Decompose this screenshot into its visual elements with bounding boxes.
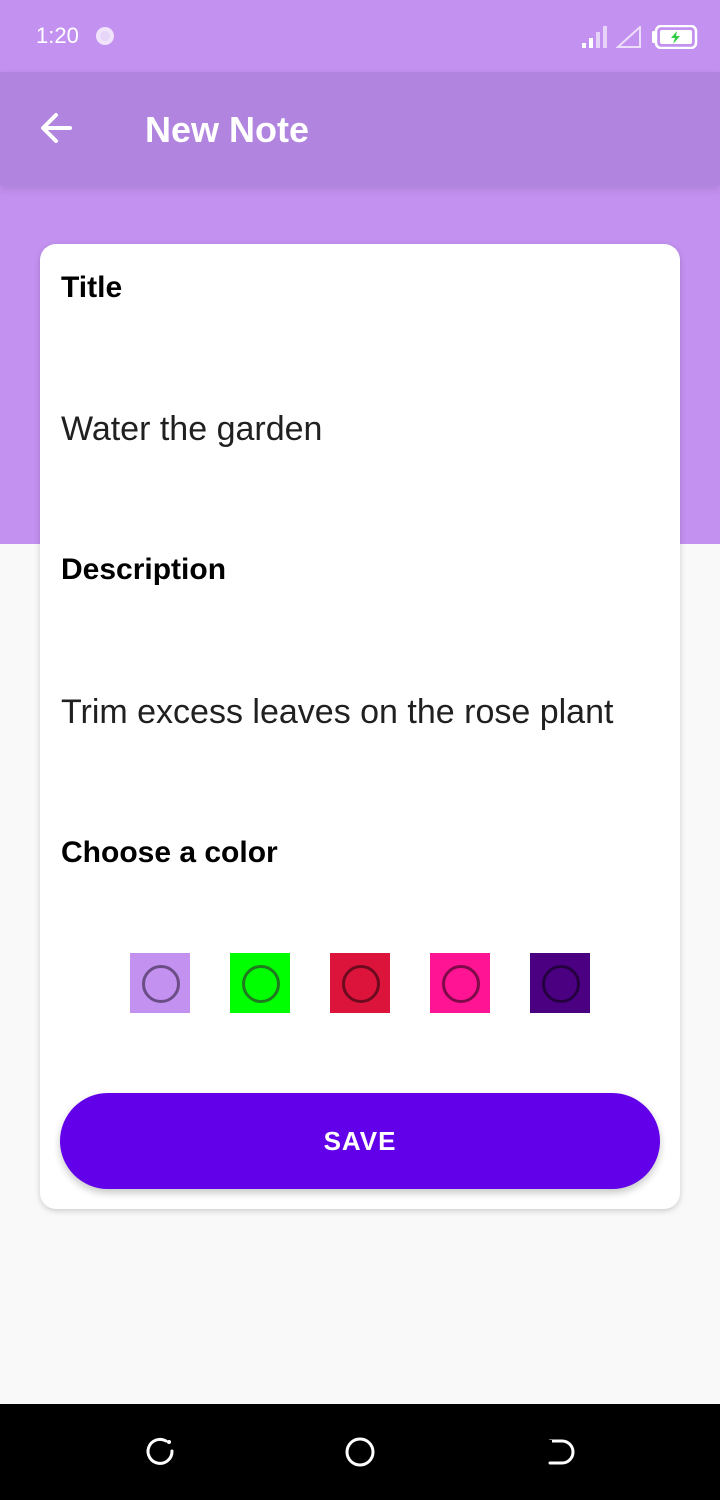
page-title: New Note xyxy=(145,109,310,150)
title-label: Title xyxy=(61,271,123,304)
color-swatch-light-purple[interactable] xyxy=(130,953,190,1013)
color-swatch-crimson[interactable] xyxy=(330,953,390,1013)
description-label: Description xyxy=(61,553,227,586)
swatch-ring-icon xyxy=(142,965,180,1003)
recent-apps-icon[interactable] xyxy=(142,1434,178,1470)
color-label: Choose a color xyxy=(61,836,278,869)
home-icon[interactable] xyxy=(342,1434,378,1470)
back-button[interactable] xyxy=(28,100,84,156)
system-nav-bar xyxy=(0,1404,720,1500)
color-picker xyxy=(130,953,590,1013)
no-sim-icon xyxy=(616,26,641,48)
note-form-card: Title Water the garden Description Trim … xyxy=(40,244,680,1209)
new-note-screen: 1:20 New Note Title Water the garden Des… xyxy=(0,0,720,1500)
swatch-ring-icon xyxy=(442,965,480,1003)
title-field[interactable]: Water the garden xyxy=(61,408,322,450)
color-swatch-deep-pink[interactable] xyxy=(430,953,490,1013)
brightness-icon xyxy=(96,27,114,45)
back-icon[interactable] xyxy=(542,1434,578,1470)
signal-icon xyxy=(582,26,607,48)
arrow-back-icon xyxy=(41,113,72,143)
app-bar: New Note xyxy=(0,72,720,186)
status-time: 1:20 xyxy=(36,23,79,48)
color-swatch-indigo[interactable] xyxy=(530,953,590,1013)
color-swatch-green[interactable] xyxy=(230,953,290,1013)
status-bar: 1:20 xyxy=(0,0,720,72)
swatch-ring-icon xyxy=(542,965,580,1003)
swatch-ring-icon xyxy=(342,965,380,1003)
battery-charging-icon xyxy=(652,25,698,49)
description-field[interactable]: Trim excess leaves on the rose plant xyxy=(61,691,613,733)
swatch-ring-icon xyxy=(242,965,280,1003)
save-button[interactable]: SAVE xyxy=(60,1093,660,1189)
